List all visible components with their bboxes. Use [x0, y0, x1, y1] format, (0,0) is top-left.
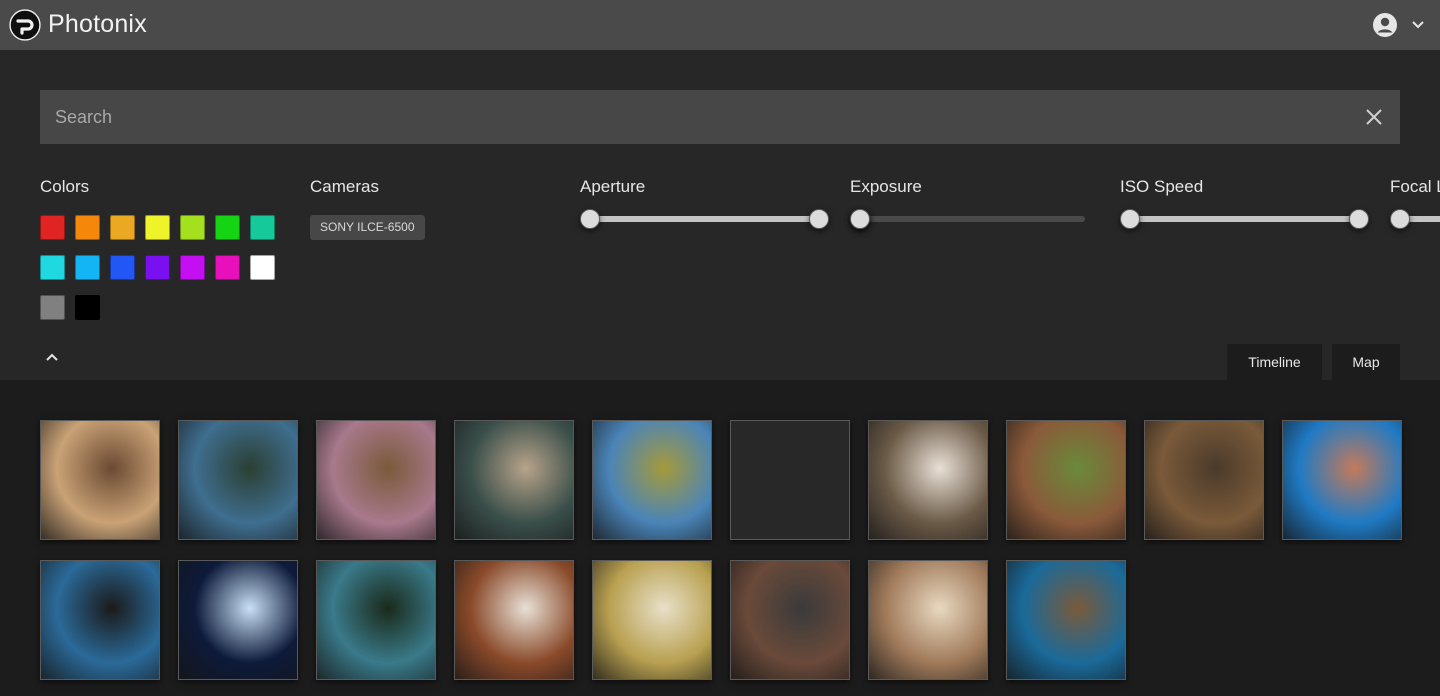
photonix-logo-icon[interactable]: [9, 9, 41, 41]
photo-thumbnail[interactable]: [1006, 420, 1126, 540]
slider-min-handle[interactable]: [580, 209, 600, 229]
top-bar: Photonix: [0, 0, 1440, 50]
color-swatch-magenta[interactable]: [215, 255, 240, 280]
iso-speed-label: ISO Speed: [1120, 177, 1204, 196]
color-swatch-cyan[interactable]: [40, 255, 65, 280]
app-title[interactable]: Photonix: [48, 10, 147, 39]
photo-thumbnail[interactable]: [454, 420, 574, 540]
photo-thumbnail[interactable]: [730, 420, 850, 540]
color-swatch-white[interactable]: [250, 255, 275, 280]
slider-fill: [1130, 216, 1359, 222]
exposure-slider[interactable]: [850, 209, 1085, 229]
aperture-label: Aperture: [580, 177, 646, 196]
slider-max-handle[interactable]: [850, 209, 870, 229]
color-swatch-green[interactable]: [215, 215, 240, 240]
slider-fill: [590, 216, 819, 222]
search-input[interactable]: [40, 90, 1340, 144]
color-swatch-blue[interactable]: [110, 255, 135, 280]
colors-label: Colors: [40, 177, 90, 196]
photo-thumbnail[interactable]: [40, 560, 160, 680]
color-swatch-teal[interactable]: [250, 215, 275, 240]
photo-thumbnail[interactable]: [1144, 420, 1264, 540]
color-swatch-violet[interactable]: [145, 255, 170, 280]
chevron-up-icon[interactable]: [43, 349, 61, 365]
slider-min-handle[interactable]: [1120, 209, 1140, 229]
slider-max-handle[interactable]: [1349, 209, 1369, 229]
photo-grid: [0, 380, 1440, 696]
account-circle-icon[interactable]: [1372, 12, 1398, 38]
chevron-down-icon[interactable]: [1409, 17, 1427, 33]
photo-thumbnail[interactable]: [592, 420, 712, 540]
focal-length-label: Focal Length: [1390, 177, 1440, 196]
photo-thumbnail[interactable]: [316, 560, 436, 680]
color-swatch-lime[interactable]: [180, 215, 205, 240]
aperture-slider[interactable]: [580, 209, 829, 229]
photo-thumbnail[interactable]: [868, 420, 988, 540]
exposure-label: Exposure: [850, 177, 922, 196]
photo-thumbnail[interactable]: [1282, 420, 1402, 540]
photo-thumbnail[interactable]: [178, 420, 298, 540]
slider-max-handle[interactable]: [809, 209, 829, 229]
iso-speed-slider[interactable]: [1120, 209, 1369, 229]
color-swatch-orange[interactable]: [75, 215, 100, 240]
tab-timeline[interactable]: Timeline: [1227, 344, 1322, 380]
camera-chip[interactable]: SONY ILCE-6500: [310, 215, 425, 240]
photo-thumbnail[interactable]: [1006, 560, 1126, 680]
focal-length-slider[interactable]: [1390, 209, 1440, 229]
tab-map[interactable]: Map: [1332, 344, 1400, 380]
color-swatch-red[interactable]: [40, 215, 65, 240]
color-swatch-black[interactable]: [75, 295, 100, 320]
photo-thumbnail[interactable]: [592, 560, 712, 680]
close-icon[interactable]: [1364, 107, 1384, 127]
photo-thumbnail[interactable]: [178, 560, 298, 680]
photo-thumbnail[interactable]: [454, 560, 574, 680]
search-bar: [40, 90, 1400, 144]
slider-min-handle[interactable]: [1390, 209, 1410, 229]
color-swatch-amber[interactable]: [110, 215, 135, 240]
filter-panel: Colors Cameras SONY ILCE-6500 Aperture E…: [0, 50, 1440, 380]
color-swatch-gray[interactable]: [40, 295, 65, 320]
slider-track: [860, 216, 1085, 222]
cameras-label: Cameras: [310, 177, 379, 196]
color-swatch-purple[interactable]: [180, 255, 205, 280]
photo-thumbnail[interactable]: [868, 560, 988, 680]
color-swatch-yellow[interactable]: [145, 215, 170, 240]
photo-thumbnail[interactable]: [40, 420, 160, 540]
color-swatch-sky-blue[interactable]: [75, 255, 100, 280]
photo-thumbnail[interactable]: [730, 560, 850, 680]
photo-thumbnail[interactable]: [316, 420, 436, 540]
